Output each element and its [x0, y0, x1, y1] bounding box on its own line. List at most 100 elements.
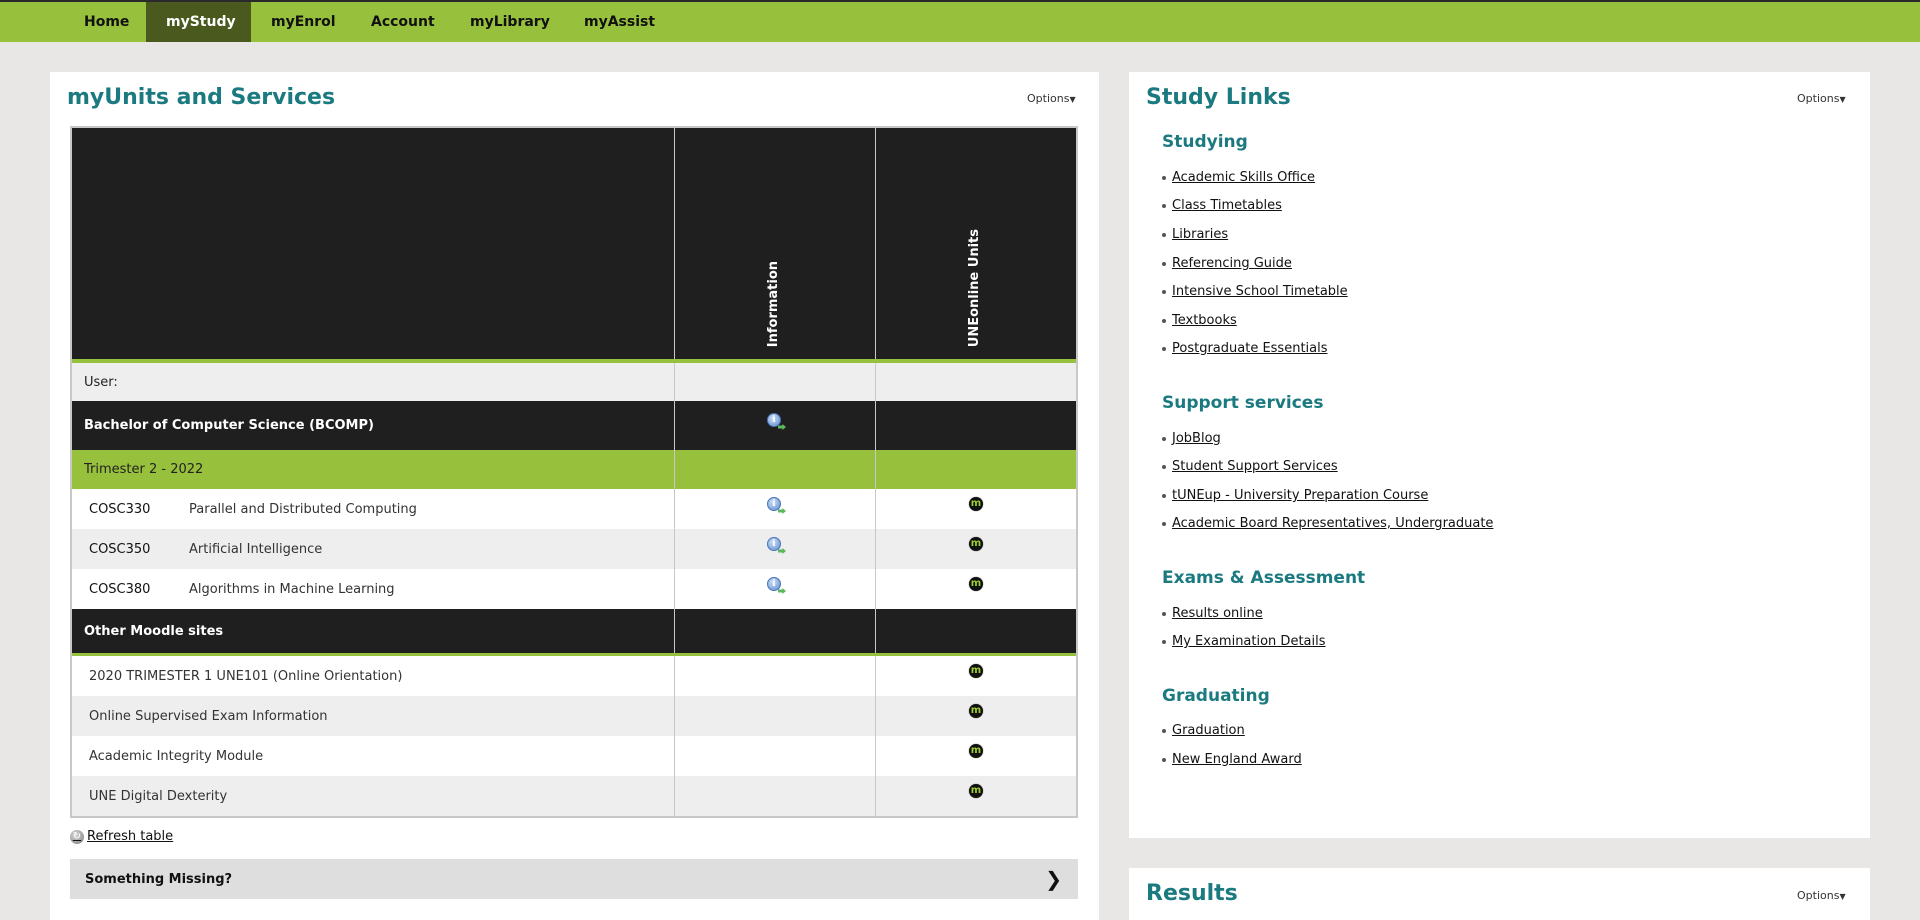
bullet-icon	[1162, 261, 1166, 266]
section-title-exams: Exams & Assessment	[1162, 568, 1366, 588]
site-row[interactable]: Academic Integrity Module m	[72, 736, 1076, 776]
site-name[interactable]: Online Supervised Exam Information	[72, 696, 675, 736]
nav-home[interactable]: Home	[64, 2, 149, 42]
site-row[interactable]: 2020 TRIMESTER 1 UNE101 (Online Orientat…	[72, 656, 1076, 696]
options-label: Options	[1797, 92, 1840, 105]
link-item[interactable]: Postgraduate Essentials	[1162, 341, 1328, 356]
moodle-icon[interactable]: m	[969, 744, 983, 758]
moodle-icon[interactable]: m	[969, 664, 983, 678]
site-row[interactable]: Online Supervised Exam Information m	[72, 696, 1076, 736]
link[interactable]: Class Timetables	[1172, 198, 1282, 213]
section-title-studying: Studying	[1162, 132, 1248, 152]
other-sites-label: Other Moodle sites	[72, 609, 675, 653]
refresh-label: Refresh table	[87, 829, 174, 844]
section-title-graduating: Graduating	[1162, 686, 1270, 706]
bullet-icon	[1162, 611, 1166, 616]
moodle-icon[interactable]: m	[969, 537, 983, 551]
link-item[interactable]: Results online	[1162, 606, 1263, 621]
unit-code: COSC350	[89, 541, 151, 557]
link-item[interactable]: Academic Skills Office	[1162, 170, 1315, 185]
link-item[interactable]: Student Support Services	[1162, 459, 1338, 474]
unit-row[interactable]: COSC350 Artificial Intelligence i m	[72, 529, 1076, 569]
link-item[interactable]: Libraries	[1162, 227, 1228, 242]
nav-myassist[interactable]: myAssist	[564, 2, 675, 42]
unit-name[interactable]: Parallel and Distributed Computing	[189, 502, 417, 517]
bullet-icon	[1162, 728, 1166, 733]
info-icon[interactable]: i	[767, 413, 786, 430]
moodle-icon[interactable]: m	[969, 704, 983, 718]
nav-myenrol[interactable]: myEnrol	[251, 2, 356, 42]
myunits-title: myUnits and Services	[67, 85, 336, 110]
something-missing-button[interactable]: Something Missing? ❯	[70, 859, 1078, 899]
unit-row[interactable]: COSC380 Algorithms in Machine Learning i …	[72, 569, 1076, 609]
caret-down-icon: ▼	[1839, 892, 1846, 901]
user-row: User:	[72, 363, 1076, 401]
bullet-icon	[1162, 175, 1166, 180]
link[interactable]: JobBlog	[1172, 431, 1221, 446]
link[interactable]: Intensive School Timetable	[1172, 284, 1348, 299]
link[interactable]: Postgraduate Essentials	[1172, 341, 1328, 356]
header-blank	[72, 128, 675, 359]
link[interactable]: New England Award	[1172, 752, 1302, 767]
link[interactable]: Textbooks	[1172, 313, 1237, 328]
link[interactable]: Academic Skills Office	[1172, 170, 1315, 185]
link-item[interactable]: Referencing Guide	[1162, 256, 1292, 271]
link[interactable]: Student Support Services	[1172, 459, 1338, 474]
link-item[interactable]: Intensive School Timetable	[1162, 284, 1348, 299]
link-item[interactable]: Graduation	[1162, 723, 1245, 738]
link[interactable]: Graduation	[1172, 723, 1245, 738]
site-row[interactable]: UNE Digital Dexterity m	[72, 776, 1076, 816]
myunits-options-button[interactable]: Options▼	[1027, 92, 1076, 105]
bullet-icon	[1162, 318, 1166, 323]
bullet-icon	[1162, 436, 1166, 441]
unit-name[interactable]: Algorithms in Machine Learning	[189, 582, 395, 597]
main-nav: Home myStudy myEnrol Account myLibrary m…	[0, 2, 1920, 42]
study-links-title: Study Links	[1146, 85, 1291, 110]
header-information-label: Information	[766, 260, 781, 347]
link[interactable]: My Examination Details	[1172, 634, 1326, 649]
other-sites-row: Other Moodle sites	[72, 609, 1076, 656]
link-item[interactable]: New England Award	[1162, 752, 1302, 767]
bullet-icon	[1162, 232, 1166, 237]
link[interactable]: Results online	[1172, 606, 1263, 621]
nav-account[interactable]: Account	[351, 2, 455, 42]
link[interactable]: Referencing Guide	[1172, 256, 1292, 271]
unit-name[interactable]: Artificial Intelligence	[189, 542, 322, 557]
link[interactable]: Libraries	[1172, 227, 1228, 242]
link[interactable]: Academic Board Representatives, Undergra…	[1172, 516, 1493, 531]
results-panel	[1129, 868, 1870, 920]
info-icon[interactable]: i	[767, 497, 786, 514]
something-missing-label: Something Missing?	[85, 871, 233, 887]
term-label: Trimester 2 - 2022	[72, 450, 675, 489]
unit-row[interactable]: COSC330 Parallel and Distributed Computin…	[72, 489, 1076, 529]
link-item[interactable]: JobBlog	[1162, 431, 1221, 446]
options-label: Options	[1797, 889, 1840, 902]
bullet-icon	[1162, 203, 1166, 208]
link-item[interactable]: tUNEup - University Preparation Course	[1162, 488, 1428, 503]
link[interactable]: tUNEup - University Preparation Course	[1172, 488, 1428, 503]
chevron-right-icon: ❯	[1045, 867, 1062, 891]
site-name[interactable]: Academic Integrity Module	[72, 736, 675, 776]
moodle-icon[interactable]: m	[969, 497, 983, 511]
header-information: Information	[675, 128, 876, 359]
link-item[interactable]: My Examination Details	[1162, 634, 1326, 649]
moodle-icon[interactable]: m	[969, 577, 983, 591]
site-name[interactable]: UNE Digital Dexterity	[72, 776, 675, 816]
course-name: Bachelor of Computer Science (BCOMP)	[72, 401, 675, 450]
info-icon[interactable]: i	[767, 537, 786, 554]
link-item[interactable]: Textbooks	[1162, 313, 1237, 328]
info-icon[interactable]: i	[767, 577, 786, 594]
caret-down-icon: ▼	[1069, 95, 1076, 104]
study-links-options-button[interactable]: Options▼	[1797, 92, 1846, 105]
nav-mystudy[interactable]: myStudy	[146, 2, 251, 42]
link-item[interactable]: Academic Board Representatives, Undergra…	[1162, 516, 1493, 531]
results-options-button[interactable]: Options▼	[1797, 889, 1846, 902]
moodle-icon[interactable]: m	[969, 784, 983, 798]
header-uneonline: UNEonline Units	[876, 128, 1076, 359]
site-name[interactable]: 2020 TRIMESTER 1 UNE101 (Online Orientat…	[72, 656, 675, 696]
refresh-icon: ↻	[70, 829, 84, 844]
nav-mylibrary[interactable]: myLibrary	[450, 2, 570, 42]
bullet-icon	[1162, 464, 1166, 469]
refresh-table-link[interactable]: ↻ Refresh table	[70, 829, 173, 844]
link-item[interactable]: Class Timetables	[1162, 198, 1282, 213]
